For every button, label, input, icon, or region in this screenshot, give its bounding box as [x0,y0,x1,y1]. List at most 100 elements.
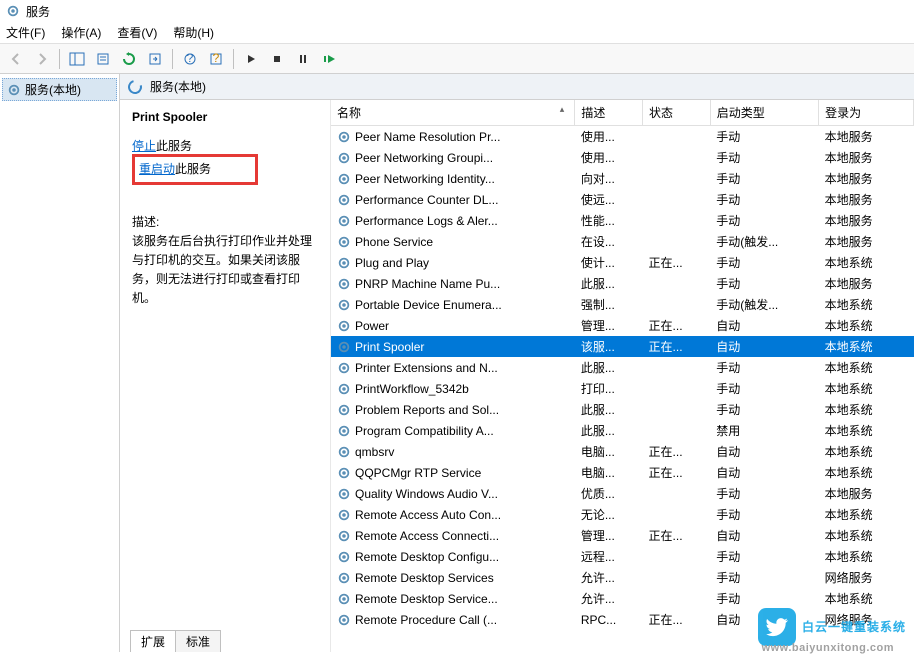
service-row[interactable]: QQPCMgr RTP Service电脑...正在...自动本地系统 [331,462,914,483]
svc-logon: 本地系统 [819,294,914,315]
service-row[interactable]: Remote Desktop Service...允许...手动本地系统 [331,588,914,609]
menu-action[interactable]: 操作(A) [61,24,101,41]
watermark-text: 白云一键重装系统 [802,621,906,633]
col-status[interactable]: 状态 [643,100,711,126]
svc-status: 正在... [643,462,711,483]
service-row[interactable]: Phone Service在设...手动(触发...本地服务 [331,231,914,252]
col-desc[interactable]: 描述 [575,100,643,126]
svc-start: 手动 [710,126,818,148]
svc-start: 手动 [710,546,818,567]
svc-desc: 打印... [575,378,643,399]
svc-name: Power [355,319,389,333]
svc-start: 自动 [710,315,818,336]
service-row[interactable]: Peer Networking Identity...向对...手动本地服务 [331,168,914,189]
svc-logon: 本地服务 [819,273,914,294]
detail-service-name: Print Spooler [132,110,318,124]
svc-desc: 强制... [575,294,643,315]
svc-desc: 允许... [575,588,643,609]
gear-icon [337,403,351,417]
detail-panel: Print Spooler 停止此服务 重启动此服务 描述: 该服务在后台执行打… [120,100,330,652]
gear-icon [337,487,351,501]
service-row[interactable]: PNRP Machine Name Pu...此服...手动本地服务 [331,273,914,294]
service-row[interactable]: Program Compatibility A...此服...禁用本地系统 [331,420,914,441]
stop-service-link[interactable]: 停止 [132,139,156,153]
svc-desc: 优质... [575,483,643,504]
window-title: 服务 [26,3,50,20]
gear-icon [337,193,351,207]
menu-bar: 文件(F) 操作(A) 查看(V) 帮助(H) [0,22,914,44]
help-button[interactable]: ? [178,47,202,71]
svc-name: Performance Logs & Aler... [355,214,498,228]
svc-name: Peer Name Resolution Pr... [355,130,500,144]
gear-icon [337,277,351,291]
show-hide-button[interactable] [65,47,89,71]
help2-button[interactable]: ? [204,47,228,71]
properties-button[interactable] [91,47,115,71]
service-row[interactable]: Problem Reports and Sol...此服...手动本地系统 [331,399,914,420]
menu-help[interactable]: 帮助(H) [173,24,214,41]
service-row[interactable]: Remote Access Auto Con...无论...手动本地系统 [331,504,914,525]
col-logon[interactable]: 登录为 [819,100,914,126]
svc-name: Peer Networking Groupi... [355,151,493,165]
svc-desc: 此服... [575,357,643,378]
app-icon [6,4,20,18]
svc-name: Peer Networking Identity... [355,172,495,186]
service-row[interactable]: Remote Desktop Services允许...手动网络服务 [331,567,914,588]
svc-logon: 本地服务 [819,483,914,504]
svc-start: 手动 [710,399,818,420]
service-row[interactable]: Remote Access Connecti...管理...正在...自动本地系… [331,525,914,546]
svg-text:?: ? [187,52,194,65]
service-row[interactable]: PrintWorkflow_5342b打印...手动本地系统 [331,378,914,399]
gear-icon [337,529,351,543]
svc-logon: 本地服务 [819,126,914,148]
tab-extended[interactable]: 扩展 [130,630,176,652]
refresh-button[interactable] [117,47,141,71]
service-row[interactable]: Quality Windows Audio V...优质...手动本地服务 [331,483,914,504]
service-row[interactable]: qmbsrv电脑...正在...自动本地系统 [331,441,914,462]
col-start[interactable]: 启动类型 [710,100,818,126]
service-row[interactable]: Peer Name Resolution Pr... 使用... 手动本地服务 [331,126,914,148]
svc-start: 手动 [710,378,818,399]
svc-start: 自动 [710,441,818,462]
tab-standard[interactable]: 标准 [175,630,221,652]
export-button[interactable] [143,47,167,71]
restart-service-button[interactable] [317,47,341,71]
svc-start: 手动(触发... [710,294,818,315]
svc-logon: 本地系统 [819,504,914,525]
svc-logon: 本地系统 [819,525,914,546]
service-list[interactable]: 名称 描述 状态 启动类型 登录为 Peer Name Resolution P… [330,100,914,652]
svc-logon: 本地系统 [819,378,914,399]
stop-service-button[interactable] [265,47,289,71]
service-row[interactable]: Performance Logs & Aler...性能...手动本地服务 [331,210,914,231]
svc-name: Remote Procedure Call (... [355,613,497,627]
svc-status: 正在... [643,525,711,546]
service-row[interactable]: Performance Counter DL...使远...手动本地服务 [331,189,914,210]
toolbar: ? ? [0,44,914,74]
service-row[interactable]: Portable Device Enumera...强制...手动(触发...本… [331,294,914,315]
svc-start: 自动 [710,525,818,546]
svc-logon: 本地系统 [819,588,914,609]
svc-start: 手动 [710,357,818,378]
service-row[interactable]: Peer Networking Groupi...使用...手动本地服务 [331,147,914,168]
restart-service-link[interactable]: 重启动 [139,162,175,176]
service-row[interactable]: Print Spooler该服...正在...自动本地系统 [331,336,914,357]
svc-name: qmbsrv [355,445,394,459]
svc-desc: 使用... [575,126,643,148]
service-row[interactable]: Power管理...正在...自动本地系统 [331,315,914,336]
service-row[interactable]: Remote Desktop Configu...远程...手动本地系统 [331,546,914,567]
svc-logon: 本地系统 [819,546,914,567]
tree-root-services-local[interactable]: 服务(本地) [2,78,117,101]
svc-name: Printer Extensions and N... [355,361,498,375]
service-row[interactable]: Printer Extensions and N...此服...手动本地系统 [331,357,914,378]
pause-service-button[interactable] [291,47,315,71]
menu-view[interactable]: 查看(V) [117,24,157,41]
start-service-button[interactable] [239,47,263,71]
svc-logon: 本地系统 [819,462,914,483]
service-row[interactable]: Plug and Play使计...正在...手动本地系统 [331,252,914,273]
col-name[interactable]: 名称 [331,100,575,126]
svc-status [643,420,711,441]
menu-file[interactable]: 文件(F) [6,24,45,41]
svc-start: 手动 [710,147,818,168]
svc-name: Remote Access Connecti... [355,529,499,543]
svc-name: Remote Desktop Service... [355,592,498,606]
